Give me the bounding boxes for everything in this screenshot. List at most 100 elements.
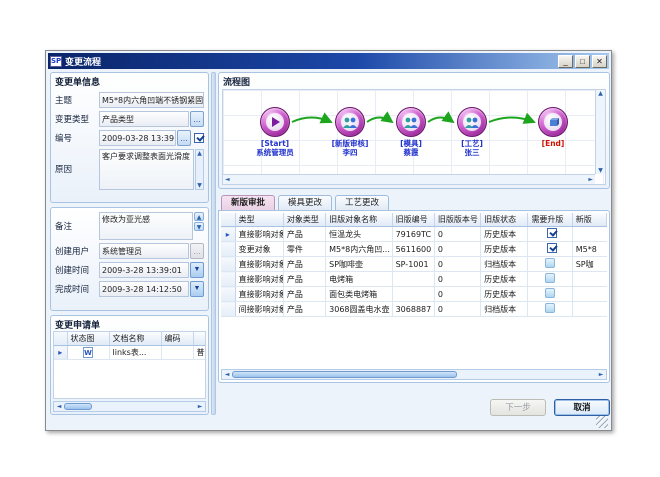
grid-header-7[interactable]: 新版 <box>572 213 606 227</box>
flow-node-end[interactable] <box>538 107 568 137</box>
grid-cell[interactable]: SP咖啡壶 <box>326 257 392 272</box>
scroll-up-icon[interactable]: ▲ <box>596 90 605 97</box>
panel-splitter[interactable] <box>211 72 216 415</box>
hscroll-thumb[interactable] <box>232 371 457 378</box>
titlebar[interactable]: SP 变更流程 _ □ ✕ <box>48 53 609 69</box>
scroll-down-icon[interactable]: ▼ <box>596 167 605 174</box>
grid-cell[interactable] <box>392 287 434 302</box>
grid-cell[interactable]: 产品 <box>283 302 325 317</box>
creator-input[interactable]: 系统管理员 <box>99 243 189 259</box>
change-type-browse-button[interactable]: … <box>190 111 204 127</box>
request-cell[interactable]: links表... <box>109 346 161 360</box>
grid-header-3[interactable]: 旧版编号 <box>392 213 434 227</box>
remark-spinner[interactable]: ▲▼ <box>194 212 204 232</box>
grid-cell[interactable]: 历史版本 <box>481 227 528 242</box>
reason-textarea[interactable]: 客户要求调整表面光滑度 <box>99 149 194 190</box>
grid-header-6[interactable]: 需要升版 <box>528 213 572 227</box>
grid-cell[interactable]: 间接影响对象 <box>235 302 283 317</box>
grid-cell[interactable]: 3068887 <box>392 302 434 317</box>
grid-cell[interactable]: 面包类电烤箱 <box>326 287 392 302</box>
scroll-left-icon[interactable]: ◄ <box>222 371 232 378</box>
grid-cell[interactable]: 变更对象 <box>235 242 283 257</box>
upgrade-checkbox-unchecked[interactable] <box>545 273 555 283</box>
change-type-input[interactable]: 产品类型 <box>99 111 189 127</box>
reason-scrollbar[interactable]: ▲▼ <box>195 149 204 190</box>
grid-cell-new-version[interactable] <box>572 302 606 317</box>
request-header-1[interactable]: 文档名称 <box>109 332 161 346</box>
spin-down-icon[interactable]: ▼ <box>194 222 204 231</box>
grid-cell[interactable]: 直接影响对象 <box>235 287 283 302</box>
flow-node-people[interactable] <box>335 107 365 137</box>
tab-2[interactable]: 工艺更改 <box>335 195 389 211</box>
grid-cell[interactable]: 历史版本 <box>481 287 528 302</box>
tab-0[interactable]: 新版审批 <box>221 195 275 211</box>
grid-cell[interactable]: 历史版本 <box>481 272 528 287</box>
grid-row[interactable]: 直接影响对象产品面包类电烤箱0历史版本 <box>221 287 607 302</box>
grid-cell[interactable] <box>392 272 434 287</box>
grid-header-2[interactable]: 旧版对象名称 <box>326 213 392 227</box>
scroll-left-icon[interactable]: ◄ <box>225 176 230 183</box>
flow-chart-canvas[interactable]: ▲▼ ◄► [Start] 系统管理员[新版审核] 李四[模具] 蔡霞[工艺] … <box>222 89 606 185</box>
grid-cell-new-version[interactable] <box>572 272 606 287</box>
grid-cell[interactable]: 产品 <box>283 272 325 287</box>
scroll-right-icon[interactable]: ► <box>195 403 205 410</box>
grid-header-4[interactable]: 旧版版本号 <box>434 213 480 227</box>
create-time-input[interactable]: 2009-3-28 13:39:01 <box>99 262 189 278</box>
scroll-right-icon[interactable]: ► <box>596 371 606 378</box>
grid-cell[interactable]: 产品 <box>283 257 325 272</box>
resize-grip-icon[interactable] <box>596 416 608 428</box>
request-row[interactable]: ▸Wlinks表...普通 <box>54 346 206 360</box>
upgrade-checkbox-unchecked[interactable] <box>545 303 555 313</box>
request-cell[interactable]: 普通 <box>193 346 206 360</box>
grid-cell-new-version[interactable] <box>572 227 606 242</box>
grid-cell[interactable]: M5*8内六角凹... <box>326 242 392 257</box>
number-input[interactable]: 2009-03-28 13:39:01 <box>99 130 176 146</box>
number-checkbox[interactable] <box>194 133 204 143</box>
grid-row[interactable]: 变更对象零件M5*8内六角凹...56116000历史版本M5*8 <box>221 242 607 257</box>
grid-cell[interactable]: 历史版本 <box>481 242 528 257</box>
request-header-2[interactable]: 编码 <box>161 332 193 346</box>
request-header-3[interactable] <box>193 332 206 346</box>
finish-time-input[interactable]: 2009-3-28 14:12:50 <box>99 281 189 297</box>
grid-hscrollbar[interactable]: ◄ ► <box>221 369 607 380</box>
grid-cell[interactable]: 归档版本 <box>481 302 528 317</box>
grid-cell[interactable]: 直接影响对象 <box>235 257 283 272</box>
number-browse-button[interactable]: … <box>177 130 191 146</box>
flow-node-people[interactable] <box>396 107 426 137</box>
grid-cell-new-version[interactable]: M5*8 <box>572 242 606 257</box>
maximize-button[interactable]: □ <box>575 55 590 68</box>
request-cell[interactable] <box>161 346 193 360</box>
flow-hscrollbar[interactable]: ◄► <box>223 174 595 184</box>
grid-cell[interactable]: 产品 <box>283 287 325 302</box>
scroll-left-icon[interactable]: ◄ <box>54 403 64 410</box>
grid-cell[interactable]: 直接影响对象 <box>235 272 283 287</box>
scroll-down-icon[interactable]: ▼ <box>197 182 202 189</box>
flow-vscrollbar[interactable]: ▲▼ <box>595 90 605 174</box>
spin-up-icon[interactable]: ▲ <box>194 212 204 221</box>
scroll-right-icon[interactable]: ► <box>588 176 593 183</box>
grid-cell[interactable]: 0 <box>434 272 480 287</box>
grid-row[interactable]: 直接影响对象产品SP咖啡壶SP-10010归档版本SP咖 <box>221 257 607 272</box>
minimize-button[interactable]: _ <box>558 55 573 68</box>
subject-input[interactable]: M5*8内六角凹端不锈钢紧固螺钉 <box>99 92 204 108</box>
grid-cell[interactable]: 电烤箱 <box>326 272 392 287</box>
grid-row[interactable]: 间接影响对象产品3068圆盖电水壶30688870归档版本 <box>221 302 607 317</box>
grid-row[interactable]: ▸直接影响对象产品恒温龙头79169TC0历史版本 <box>221 227 607 242</box>
flow-node-start[interactable] <box>260 107 290 137</box>
upgrade-checkbox-unchecked[interactable] <box>545 258 555 268</box>
grid-cell-new-version[interactable]: SP咖 <box>572 257 606 272</box>
scroll-up-icon[interactable]: ▲ <box>197 150 202 157</box>
close-button[interactable]: ✕ <box>592 55 607 68</box>
grid-cell[interactable]: 产品 <box>283 227 325 242</box>
upgrade-checkbox-unchecked[interactable] <box>545 288 555 298</box>
grid-cell[interactable]: 0 <box>434 227 480 242</box>
grid-cell[interactable]: 3068圆盖电水壶 <box>326 302 392 317</box>
creator-browse-button[interactable]: … <box>190 243 204 259</box>
cancel-button[interactable]: 取消 <box>554 399 610 416</box>
grid-cell[interactable]: 79169TC <box>392 227 434 242</box>
grid-cell[interactable]: 直接影响对象 <box>235 227 283 242</box>
next-step-button[interactable]: 下一步 <box>490 399 546 416</box>
create-time-dropdown-button[interactable]: ▼ <box>190 262 204 278</box>
upgrade-checkbox-checked[interactable] <box>547 243 557 253</box>
grid-cell[interactable]: 5611600 <box>392 242 434 257</box>
